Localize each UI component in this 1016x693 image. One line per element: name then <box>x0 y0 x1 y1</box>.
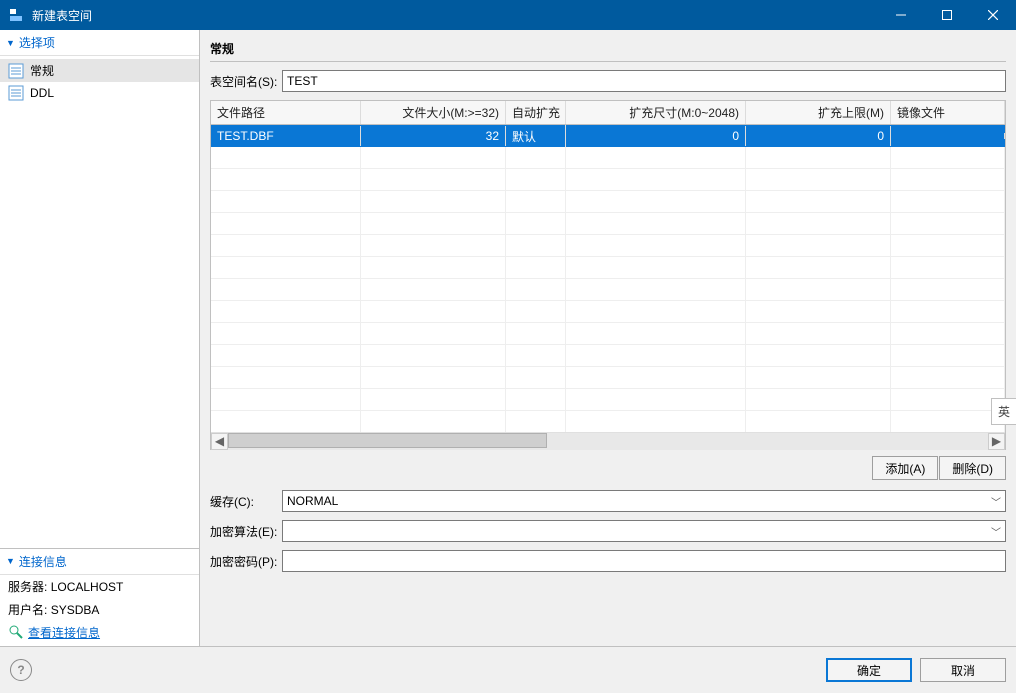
connection-panel-header[interactable]: 连接信息 <box>0 549 199 575</box>
encryption-algorithm-label: 加密算法(E): <box>210 523 282 540</box>
col-file-size[interactable]: 文件大小(M:>=32) <box>361 101 506 124</box>
col-extend-size[interactable]: 扩充尺寸(M:0~2048) <box>566 101 746 124</box>
app-icon <box>8 7 24 23</box>
encryption-password-label: 加密密码(P): <box>210 553 282 570</box>
connection-panel-title: 连接信息 <box>19 553 67 570</box>
window-title: 新建表空间 <box>32 7 878 24</box>
maximize-button[interactable] <box>924 0 970 30</box>
magnifier-icon <box>8 624 24 640</box>
col-mirror-file[interactable]: 镜像文件 <box>891 101 1005 124</box>
cache-select[interactable]: NORMAL ﹀ <box>282 490 1006 512</box>
user-row: 用户名: SYSDBA <box>0 598 199 621</box>
scroll-left-icon[interactable]: ◀ <box>211 433 228 450</box>
col-file-path[interactable]: 文件路径 <box>211 101 361 124</box>
delete-button[interactable]: 删除(D) <box>939 456 1006 480</box>
table-row[interactable]: TEST.DBF 32 默认 0 0 <box>211 125 1005 147</box>
server-row: 服务器: LOCALHOST <box>0 575 199 598</box>
cell-mirror-file <box>891 133 1005 139</box>
user-label: 用户名: <box>8 603 47 617</box>
scroll-right-icon[interactable]: ▶ <box>988 433 1005 450</box>
user-value: SYSDBA <box>51 603 100 617</box>
cell-extend-limit: 0 <box>746 126 891 146</box>
sidebar: 选择项 常规 DDL 连接信息 服务器: <box>0 30 200 646</box>
cell-extend-size: 0 <box>566 126 746 146</box>
close-button[interactable] <box>970 0 1016 30</box>
view-connection-link[interactable]: 查看连接信息 <box>8 624 100 641</box>
tablespace-name-label: 表空间名(S): <box>210 73 282 90</box>
ok-button[interactable]: 确定 <box>826 658 912 682</box>
minimize-button[interactable] <box>878 0 924 30</box>
chevron-down-icon: ﹀ <box>991 524 1001 539</box>
view-connection-label: 查看连接信息 <box>28 624 100 641</box>
help-icon[interactable]: ? <box>10 659 32 681</box>
form-icon <box>8 63 24 79</box>
col-auto-extend[interactable]: 自动扩充 <box>506 101 566 124</box>
datafile-table: 文件路径 文件大小(M:>=32) 自动扩充 扩充尺寸(M:0~2048) 扩充… <box>210 100 1006 450</box>
chevron-down-icon: ﹀ <box>991 494 1001 509</box>
cache-label: 缓存(C): <box>210 493 282 510</box>
tablespace-name-input[interactable] <box>282 70 1006 92</box>
col-extend-limit[interactable]: 扩充上限(M) <box>746 101 891 124</box>
cell-file-size: 32 <box>361 126 506 146</box>
main-panel: 常规 表空间名(S): 文件路径 文件大小(M:>=32) 自动扩充 扩充尺寸(… <box>200 30 1016 646</box>
dialog-footer: ? 确定 取消 <box>0 646 1016 693</box>
options-panel-header[interactable]: 选择项 <box>0 30 199 56</box>
titlebar: 新建表空间 <box>0 0 1016 30</box>
form-icon <box>8 85 24 101</box>
section-title: 常规 <box>210 36 1006 61</box>
nav-item-ddl[interactable]: DDL <box>0 82 199 104</box>
nav-item-label: 常规 <box>30 62 54 79</box>
cache-value: NORMAL <box>287 494 338 508</box>
encryption-algorithm-select[interactable]: ﹀ <box>282 520 1006 542</box>
add-button[interactable]: 添加(A) <box>872 456 938 480</box>
server-label: 服务器: <box>8 580 47 594</box>
cell-file-path: TEST.DBF <box>211 126 361 146</box>
encryption-password-input[interactable] <box>282 550 1006 572</box>
ime-indicator[interactable]: 英 <box>991 398 1016 425</box>
nav-item-label: DDL <box>30 86 54 100</box>
server-value: LOCALHOST <box>51 580 124 594</box>
nav-item-general[interactable]: 常规 <box>0 59 199 82</box>
table-header: 文件路径 文件大小(M:>=32) 自动扩充 扩充尺寸(M:0~2048) 扩充… <box>211 101 1005 125</box>
options-panel-title: 选择项 <box>19 34 55 51</box>
cell-auto-extend: 默认 <box>506 125 566 148</box>
cancel-button[interactable]: 取消 <box>920 658 1006 682</box>
horizontal-scrollbar[interactable]: ◀ ▶ <box>211 432 1005 449</box>
